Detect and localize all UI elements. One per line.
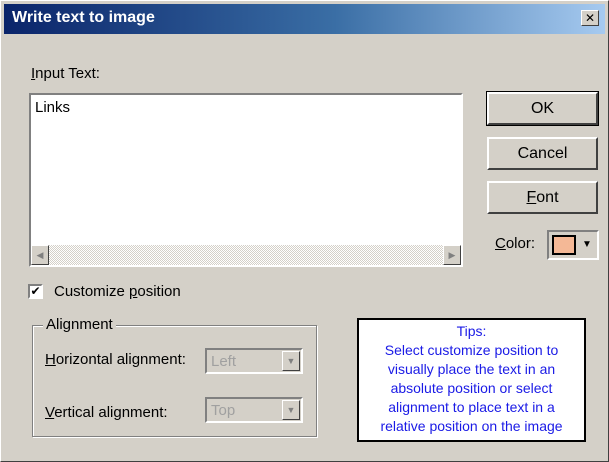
chevron-down-icon[interactable]: ▼: [282, 351, 300, 371]
font-button[interactable]: Font: [487, 181, 598, 214]
input-text-value[interactable]: Links: [35, 99, 70, 116]
horizontal-alignment-value: Left: [211, 353, 237, 370]
customize-position-checkbox[interactable]: ✔: [28, 284, 43, 299]
color-label: Color:: [495, 235, 536, 252]
horizontal-alignment-label: Horizontal alignment:: [45, 351, 186, 368]
close-icon: ✕: [584, 11, 596, 25]
dialog-title: Write text to image: [12, 9, 155, 26]
input-text-area[interactable]: Links ◀ ▶: [29, 93, 463, 267]
vertical-alignment-select[interactable]: Top ▼: [205, 397, 303, 423]
write-text-dialog: Write text to image ✕ Input Text: Links …: [0, 0, 609, 462]
scroll-right-button[interactable]: ▶: [443, 245, 461, 265]
vertical-alignment-value: Top: [211, 402, 236, 419]
tips-box: Tips: Select customize position to visua…: [357, 318, 586, 442]
customize-position-label[interactable]: Customize position: [54, 283, 181, 300]
tips-line: relative position on the image: [380, 418, 563, 434]
color-picker[interactable]: ▼: [547, 230, 599, 260]
alignment-group-label: Alignment: [43, 316, 116, 333]
scroll-left-button[interactable]: ◀: [31, 245, 49, 265]
arrow-left-icon: ◀: [36, 250, 44, 260]
horizontal-scrollbar[interactable]: ◀ ▶: [31, 245, 461, 265]
cancel-button[interactable]: Cancel: [487, 137, 598, 170]
tips-line: absolute position or select: [390, 380, 553, 396]
chevron-down-icon[interactable]: ▼: [282, 400, 300, 420]
title-bar[interactable]: Write text to image ✕: [4, 4, 605, 34]
tips-line: visually place the text in an: [387, 361, 556, 377]
tips-line: alignment to place text in a: [388, 399, 555, 415]
chevron-down-icon[interactable]: ▼: [579, 234, 595, 256]
tips-line: Select customize position to: [384, 342, 559, 358]
close-button[interactable]: ✕: [581, 10, 599, 26]
ok-button[interactable]: OK: [486, 91, 599, 126]
arrow-right-icon: ▶: [448, 250, 456, 260]
input-text-label: Input Text:: [31, 65, 100, 82]
vertical-alignment-label: Vertical alignment:: [45, 404, 168, 421]
tips-title: Tips:: [456, 323, 487, 339]
color-swatch: [552, 235, 576, 255]
horizontal-alignment-select[interactable]: Left ▼: [205, 348, 303, 374]
